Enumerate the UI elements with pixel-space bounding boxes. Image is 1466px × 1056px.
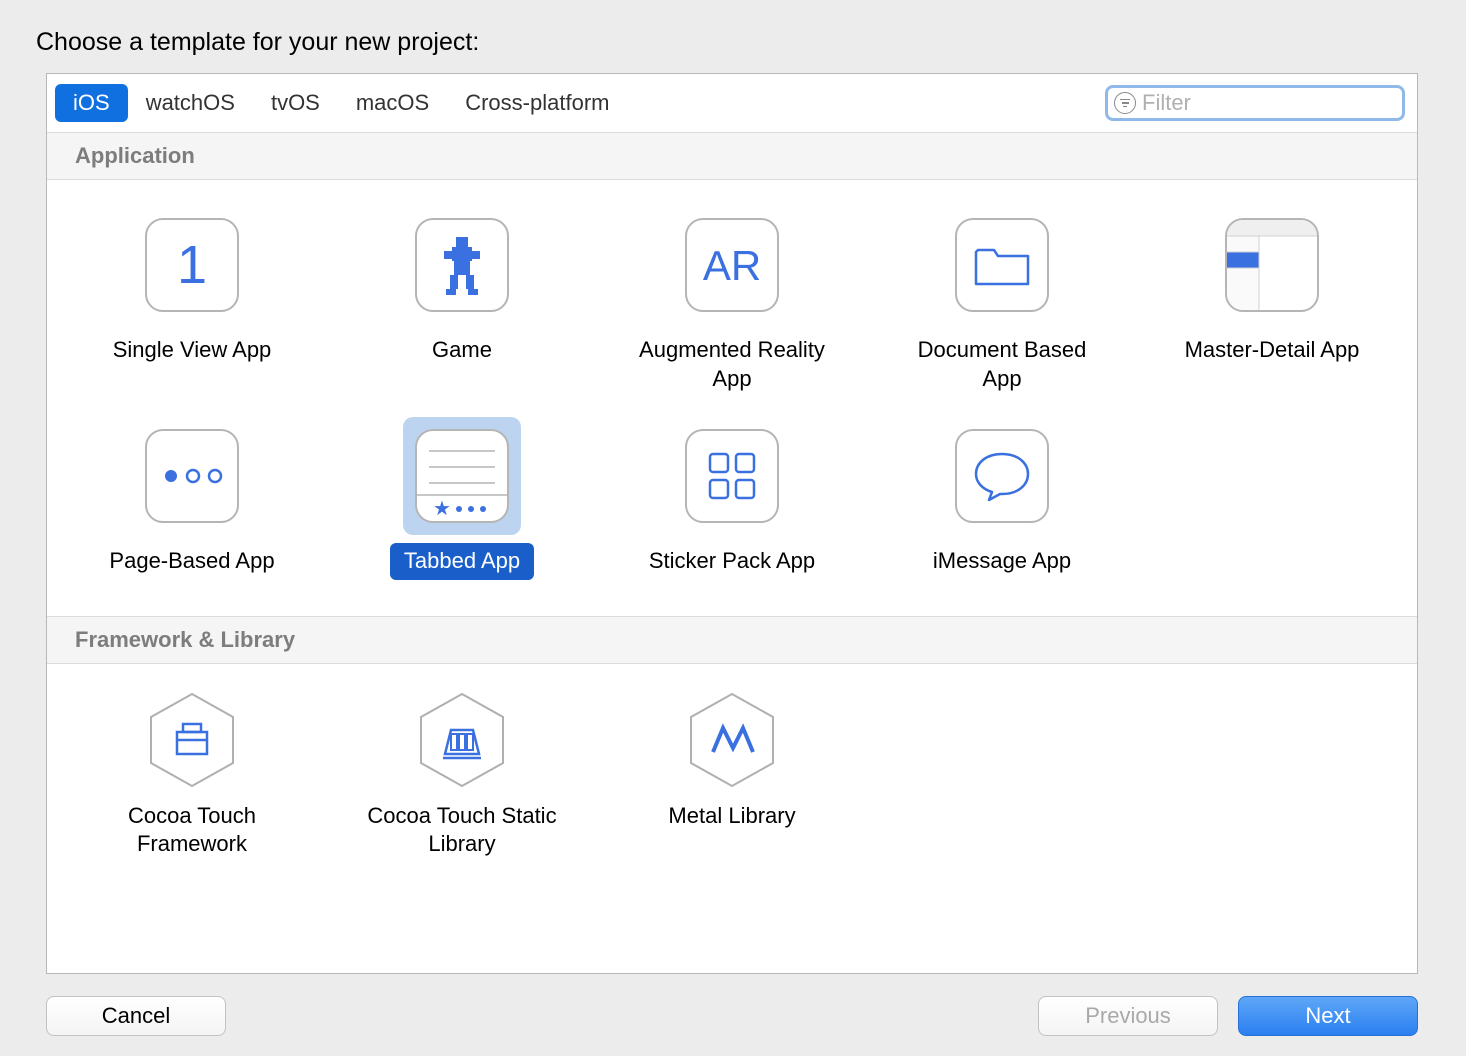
template-document-based-app[interactable]: Document Based App [877,206,1127,397]
game-icon [415,218,509,312]
filter-icon [1114,92,1136,114]
template-label: Augmented Reality App [622,332,842,397]
template-metal-library[interactable]: Metal Library [607,690,857,863]
new-project-dialog: Choose a template for your new project: … [8,8,1456,1042]
tab-macos[interactable]: macOS [338,84,447,122]
tab-watchos[interactable]: watchOS [128,84,253,122]
template-sticker-pack-app[interactable]: Sticker Pack App [607,417,857,580]
platform-tabs: iOS watchOS tvOS macOS Cross-platform [55,84,627,122]
svg-text:★: ★ [433,498,451,520]
template-tabbed-app[interactable]: ★ Tabbed App [337,417,587,580]
template-cocoa-touch-framework[interactable]: Cocoa Touch Framework [67,690,317,863]
master-detail-icon [1225,218,1319,312]
template-label: Single View App [99,332,286,369]
template-label: Game [418,332,506,369]
template-label: Document Based App [892,332,1112,397]
application-grid: 1 Single View App [47,180,1417,616]
page-based-icon [145,429,239,523]
section-header-framework: Framework & Library [47,616,1417,664]
template-augmented-reality-app[interactable]: AR Augmented Reality App [607,206,857,397]
template-single-view-app[interactable]: 1 Single View App [67,206,317,397]
template-label: Metal Library [654,798,809,835]
platform-toolbar: iOS watchOS tvOS macOS Cross-platform [47,74,1417,132]
template-master-detail-app[interactable]: Master-Detail App [1147,206,1397,397]
single-view-icon: 1 [145,218,239,312]
tabbed-icon: ★ [415,429,509,523]
template-label: Page-Based App [95,543,288,580]
imessage-icon [955,429,1049,523]
filter-field[interactable] [1105,85,1405,121]
tab-ios[interactable]: iOS [55,84,128,122]
metal-icon [687,690,777,790]
template-selector: iOS watchOS tvOS macOS Cross-platform Ap… [46,73,1418,974]
next-button[interactable]: Next [1238,996,1418,1036]
template-label: Master-Detail App [1171,332,1374,369]
template-page-based-app[interactable]: Page-Based App [67,417,317,580]
section-header-application: Application [47,132,1417,180]
template-imessage-app[interactable]: iMessage App [877,417,1127,580]
filter-input[interactable] [1142,90,1398,116]
svg-text:AR: AR [703,242,761,289]
template-label: Cocoa Touch Framework [82,798,302,863]
template-cocoa-touch-static-library[interactable]: Cocoa Touch Static Library [337,690,587,863]
document-icon [955,218,1049,312]
cancel-button[interactable]: Cancel [46,996,226,1036]
svg-text:1: 1 [177,235,207,295]
previous-button[interactable]: Previous [1038,996,1218,1036]
ar-icon: AR [685,218,779,312]
tab-cross-platform[interactable]: Cross-platform [447,84,627,122]
template-label: iMessage App [919,543,1085,580]
framework-icon [147,690,237,790]
sticker-pack-icon [685,429,779,523]
static-library-icon [417,690,507,790]
tab-tvos[interactable]: tvOS [253,84,338,122]
template-label: Sticker Pack App [635,543,829,580]
template-game[interactable]: Game [337,206,587,397]
dialog-title: Choose a template for your new project: [8,8,1456,73]
template-label: Tabbed App [390,543,534,580]
template-label: Cocoa Touch Static Library [352,798,572,863]
dialog-footer: Cancel Previous Next [8,974,1456,1042]
framework-grid: Cocoa Touch Framework Cocoa Touch Static… [47,664,1417,899]
